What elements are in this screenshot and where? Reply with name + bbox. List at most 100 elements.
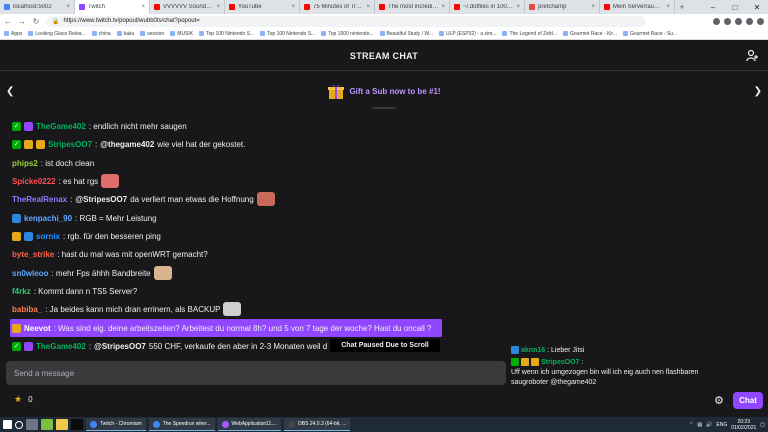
gear-icon[interactable]: ⚙ xyxy=(714,395,726,407)
profile-avatar-icon[interactable] xyxy=(757,17,764,25)
gift-sub-banner[interactable]: Gift a Sub now to be #1! xyxy=(0,72,768,110)
bookmark-item[interactable]: Looking Glass Relea... xyxy=(28,31,86,37)
back-icon[interactable]: ← xyxy=(4,17,12,26)
chat-username[interactable]: Neevot xyxy=(24,324,51,333)
chat-message[interactable]: f4rkz: Kommt dann n TS5 Server? xyxy=(12,282,137,300)
taskbar-app-button[interactable]: OBS 24.0.3 (64-bit, ... xyxy=(283,418,351,431)
chat-message[interactable]: Neevot: Was sind eig. deine arbeitszeite… xyxy=(10,319,442,337)
chat-message[interactable]: ✓ TheGame402: @StripesOO7 550 CHF, verkauf… xyxy=(12,337,327,355)
notifications-icon[interactable]: ▢ xyxy=(760,422,765,428)
xbox-icon[interactable] xyxy=(41,419,53,430)
chat-username[interactable]: TheRealRenax xyxy=(12,195,67,204)
bookmark-item[interactable]: Top 1000 nintendo... xyxy=(321,31,374,37)
browser-tab[interactable]: The most incredible 8-b× xyxy=(375,0,450,14)
prime-badge-icon[interactable] xyxy=(24,121,33,131)
minimize-icon[interactable]: – xyxy=(702,3,724,12)
chat-message[interactable]: ✓ TheGame402: endlich nicht mehr saugen xyxy=(12,117,187,135)
taskbar-app-button[interactable]: WebApplication11.... xyxy=(217,418,281,431)
maximize-icon[interactable]: □ xyxy=(724,3,746,12)
windows-start-icon[interactable] xyxy=(3,420,12,429)
task-view-icon[interactable] xyxy=(26,419,38,430)
emote-image[interactable] xyxy=(256,192,275,206)
browser-tab[interactable]: ~/.dotfiles in 100 Seco× xyxy=(450,0,525,14)
language-indicator[interactable]: ENG xyxy=(716,422,727,428)
chat-username[interactable]: babiba_ xyxy=(12,305,42,314)
chat-message[interactable]: sn0wleoo: mehr Fps ähhh Bandbreite xyxy=(12,264,172,282)
chevron-up-icon[interactable]: ⌃ xyxy=(689,422,693,428)
chat-username[interactable]: f4rkz xyxy=(12,287,31,296)
bookmark-item[interactable]: Apps xyxy=(4,31,22,37)
chat-paused-button[interactable]: Chat Paused Due to Scroll xyxy=(330,339,440,352)
chat-input-box[interactable] xyxy=(6,361,506,385)
emote-image[interactable] xyxy=(153,266,172,280)
extension-icon[interactable] xyxy=(735,17,742,25)
tab-close-icon[interactable]: × xyxy=(291,4,295,10)
search-icon[interactable] xyxy=(15,420,23,429)
tab-close-icon[interactable]: × xyxy=(516,4,520,10)
chat-username[interactable]: byte_strike xyxy=(12,250,54,259)
file-explorer-icon[interactable] xyxy=(56,419,68,430)
new-tab-icon[interactable]: + xyxy=(675,2,689,12)
browser-tab[interactable]: Mein Serverraum | Der× xyxy=(600,0,675,14)
chat-mention[interactable]: @StripesOO7 xyxy=(75,195,127,204)
tab-close-icon[interactable]: × xyxy=(441,4,445,10)
chat-username[interactable]: kenpachi_90 xyxy=(24,214,72,223)
chat-username[interactable]: sornix xyxy=(36,232,60,241)
forward-icon[interactable]: → xyxy=(18,17,26,26)
tab-close-icon[interactable]: × xyxy=(66,4,70,10)
bookmark-item[interactable]: Gourmet Race - Kir... xyxy=(563,31,617,37)
chat-username[interactable]: phips2 xyxy=(12,159,38,168)
bookmark-item[interactable]: Gourmet Race - Su... xyxy=(622,31,677,37)
bookmark-item[interactable]: The Legend of Zeld... xyxy=(502,31,557,37)
tab-close-icon[interactable]: × xyxy=(141,4,145,10)
chat-input[interactable] xyxy=(14,368,498,378)
chat-message[interactable]: Spicke0222: es hat rgs xyxy=(12,172,120,190)
chevron-right-icon[interactable]: ❯ xyxy=(754,86,762,97)
bookmark-item[interactable]: MUSIK xyxy=(170,31,193,37)
volume-icon[interactable]: 🔊 xyxy=(706,422,712,428)
bookmark-item[interactable]: china xyxy=(91,31,111,37)
bits-badge-icon[interactable] xyxy=(36,139,45,149)
chat-username[interactable]: TheGame402 xyxy=(36,342,86,351)
extension-icon[interactable] xyxy=(724,17,731,25)
chat-message[interactable]: kenpachi_90: RGB = Mehr Leistung xyxy=(12,209,157,227)
chat-message[interactable]: ✓ StripesOO7: @thegame402 wie viel hat der… xyxy=(12,135,245,153)
channel-points[interactable]: ★ 0 xyxy=(14,394,33,405)
bits-badge-icon[interactable] xyxy=(12,231,21,241)
bookmark-item[interactable]: ULP (ESP32) - a sim... xyxy=(438,31,496,37)
bookmark-item[interactable]: session xyxy=(140,31,164,37)
chat-send-button[interactable]: Chat xyxy=(733,392,763,409)
taskbar-app-button[interactable]: The Speedrun wher... xyxy=(148,418,215,431)
bits-badge-icon[interactable] xyxy=(24,139,33,149)
tab-close-icon[interactable]: × xyxy=(366,4,370,10)
chat-username[interactable]: Spicke0222 xyxy=(12,177,56,186)
browser-tab[interactable]: Twitch × xyxy=(75,0,150,14)
extension-icon[interactable] xyxy=(746,17,753,25)
extension-icon[interactable] xyxy=(713,17,720,25)
chat-message[interactable]: byte_strike: hast du mal was mit openWRT… xyxy=(12,245,208,263)
users-list-icon[interactable] xyxy=(746,49,760,63)
verified-badge-icon[interactable]: ✓ xyxy=(12,121,21,131)
chat-message[interactable]: phips2: ist doch clean xyxy=(12,154,94,172)
terminal-icon[interactable] xyxy=(71,419,83,430)
chevron-left-icon[interactable]: ❮ xyxy=(6,86,14,97)
bookmark-item[interactable]: Top 100 Nintendo S... xyxy=(199,31,254,37)
chat-username[interactable]: sn0wleoo xyxy=(12,269,48,278)
chat-mention[interactable]: @thegame402 xyxy=(100,140,154,149)
bookmark-item[interactable]: Top 100 Nintendo S... xyxy=(260,31,315,37)
network-icon[interactable]: ▤ xyxy=(697,422,702,428)
browser-tab[interactable]: 75 Minutes of Tropi × xyxy=(300,0,375,14)
tab-close-icon[interactable]: × xyxy=(591,4,595,10)
chat-message[interactable]: TheRealRenax: @StripesOO7 da verliert man… xyxy=(12,190,275,208)
chat-message[interactable]: sornix: rgb. für den besseren ping xyxy=(12,227,161,245)
verified-badge-icon[interactable]: ✓ xyxy=(12,341,21,351)
browser-tab[interactable]: localhost:5002 × xyxy=(0,0,75,14)
emote-image[interactable] xyxy=(223,302,242,316)
browser-tab[interactable]: VVVVVV Soundtrack %× xyxy=(150,0,225,14)
browser-tab[interactable]: pretchamp × xyxy=(525,0,600,14)
emote-image[interactable] xyxy=(101,174,120,188)
browser-tab[interactable]: YouTube × xyxy=(225,0,300,14)
bits-badge-icon[interactable] xyxy=(12,323,21,333)
reload-icon[interactable]: ↻ xyxy=(32,17,40,26)
verified-badge-icon[interactable]: ✓ xyxy=(12,139,21,149)
